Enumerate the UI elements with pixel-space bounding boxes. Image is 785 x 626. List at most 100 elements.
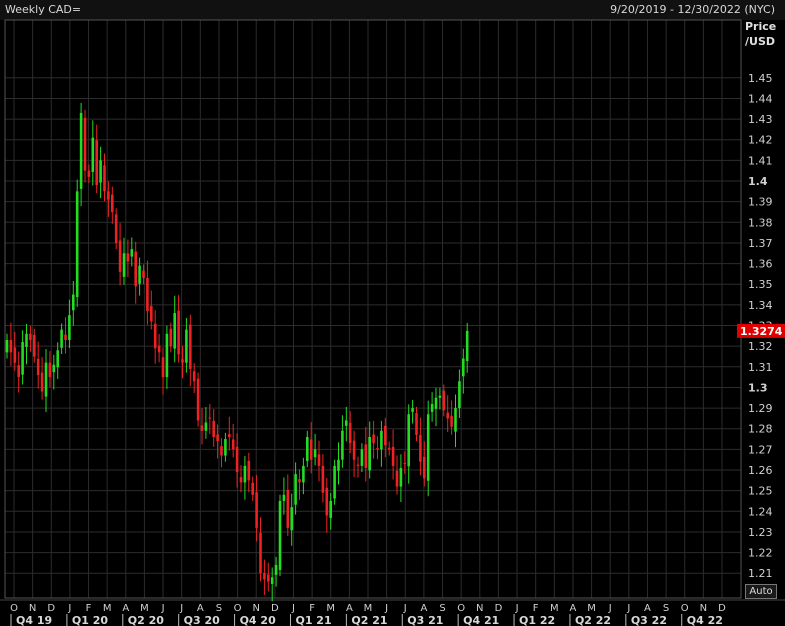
candle-body [395, 470, 399, 487]
candle-body [224, 439, 227, 456]
candle-body [267, 574, 270, 582]
candle-body [29, 333, 32, 340]
candle-body [263, 573, 266, 580]
candle-body [134, 251, 137, 287]
candle-body [399, 467, 403, 487]
x-month-label: O [681, 603, 689, 614]
candle-body [341, 430, 344, 460]
candle-body [384, 425, 387, 446]
candle-body [228, 434, 231, 437]
candle-body [157, 345, 161, 353]
candle-body [72, 294, 75, 311]
candle-body [235, 446, 239, 473]
candle-body [298, 479, 301, 483]
candle-body [216, 434, 219, 442]
x-month-label: M [550, 603, 559, 614]
candle-body [282, 494, 286, 501]
candle-body [153, 323, 157, 349]
x-month-label: F [309, 603, 315, 614]
candle-body [91, 137, 95, 172]
x-month-label: S [216, 603, 222, 614]
x-month-label: M [103, 603, 112, 614]
candle-body [150, 306, 153, 322]
candle-body [243, 465, 247, 483]
x-month-label: S [663, 603, 669, 614]
candle-body [231, 439, 235, 450]
x-month-label: J [384, 603, 388, 614]
x-month-label: A [197, 603, 204, 614]
x-quarter-label: Q2 21 [351, 614, 387, 626]
y-tick-label: 1.42 [748, 134, 773, 147]
x-month-label: F [533, 603, 539, 614]
candle-body [426, 414, 430, 481]
candle-body [372, 434, 375, 444]
candle-body [333, 465, 336, 499]
y-tick-label: 1.35 [748, 278, 773, 291]
candle-body [40, 372, 44, 392]
y-tick-label: 1.39 [748, 196, 773, 209]
candle-body [239, 477, 243, 483]
x-quarter-label: Q4 21 [463, 614, 499, 626]
candle-body [21, 342, 24, 375]
candle-body [169, 328, 173, 347]
candle-body [376, 448, 379, 450]
x-month-label: D [271, 603, 279, 614]
candle-body [161, 357, 165, 378]
candle-body [79, 112, 83, 189]
x-month-label: J [403, 603, 407, 614]
candle-body [122, 253, 126, 277]
y-tick-label: 1.23 [748, 526, 773, 539]
x-quarter-label: Q3 21 [407, 614, 443, 626]
candle-body [446, 412, 449, 419]
candlestick-chart[interactable]: 1.211.221.231.241.251.261.271.281.291.31… [0, 0, 785, 626]
candle-body [348, 422, 352, 444]
candle-body [391, 446, 395, 466]
candle-body [138, 265, 141, 284]
candle-body [9, 339, 13, 353]
candle-body [177, 310, 180, 355]
candle-body [142, 270, 145, 279]
auto-scale-button[interactable]: Auto [745, 584, 777, 599]
y-tick-label: 1.44 [748, 92, 773, 105]
candle-body [313, 449, 317, 458]
candle-body [345, 420, 348, 426]
candle-body [196, 378, 200, 421]
candle-body [68, 315, 71, 340]
y-tick-label: 1.45 [748, 72, 773, 85]
y-tick-label: 1.24 [748, 505, 773, 518]
y-tick-label: 1.26 [748, 464, 773, 477]
candle-body [364, 444, 368, 468]
candle-body [403, 462, 407, 464]
candle-body [52, 364, 56, 373]
candle-body [247, 460, 251, 481]
candle-body [192, 371, 196, 382]
x-month-label: J [515, 603, 519, 614]
x-quarter-label: Q3 20 [184, 614, 220, 626]
y-tick-label: 1.32 [748, 340, 773, 353]
y-tick-label: 1.38 [748, 216, 773, 229]
x-month-label: M [140, 603, 149, 614]
x-month-label: D [718, 603, 726, 614]
x-quarter-label: Q1 22 [519, 614, 555, 626]
x-quarter-label: Q4 19 [16, 614, 52, 626]
x-quarter-label: Q2 20 [128, 614, 164, 626]
y-tick-label: 1.22 [748, 547, 773, 560]
x-month-label: J [291, 603, 295, 614]
candle-body [111, 194, 114, 212]
candle-body [317, 454, 321, 466]
candle-body [387, 447, 391, 450]
candle-body [118, 240, 122, 272]
x-month-label: J [626, 603, 630, 614]
x-month-label: D [47, 603, 55, 614]
candle-body [13, 347, 17, 363]
candle-body [337, 459, 340, 471]
y-tick-label: 1.34 [748, 299, 773, 312]
candle-body [380, 430, 383, 450]
candle-body [48, 362, 52, 378]
candle-body [411, 408, 414, 412]
candle-body [173, 313, 176, 349]
candle-body [321, 465, 325, 493]
candle-body [255, 492, 258, 528]
x-month-label: M [326, 603, 335, 614]
x-quarter-label: Q4 20 [240, 614, 276, 626]
